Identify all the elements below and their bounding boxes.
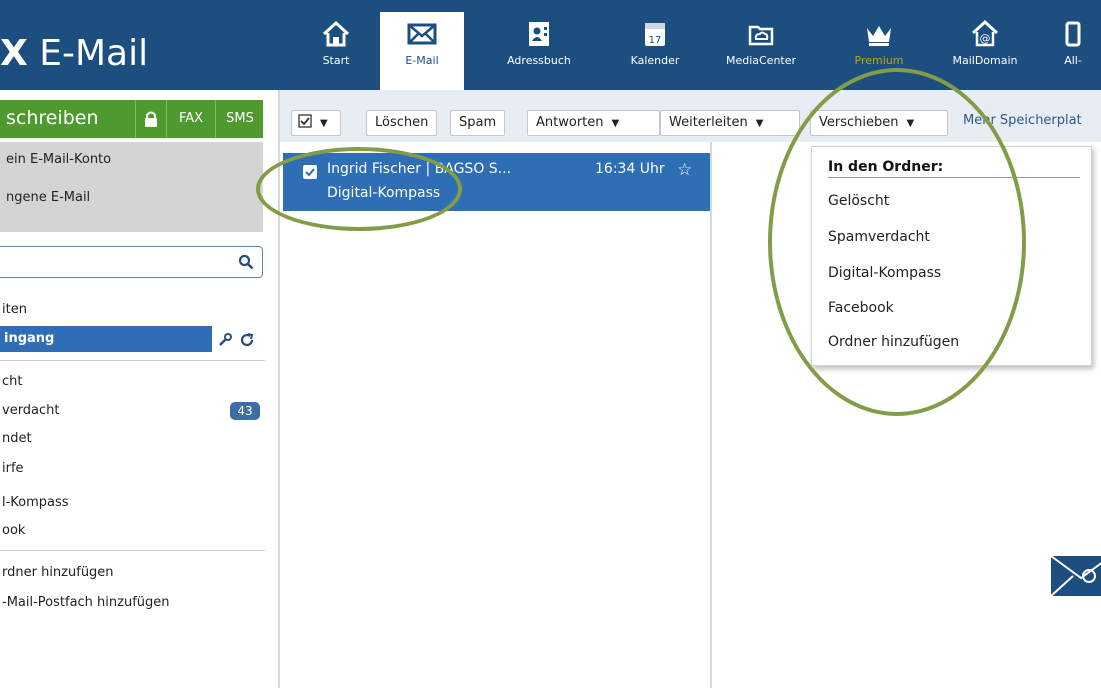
divider: [0, 550, 265, 551]
home-icon: [322, 20, 350, 47]
top-navigation-bar: X E-Mail Start E-Mail Adressbuch 17 Kale…: [0, 0, 1101, 90]
at-home-icon: @: [971, 19, 999, 47]
chevron-down-icon: ▼: [611, 118, 620, 129]
divider: [0, 360, 265, 361]
nav-label: MailDomain: [952, 54, 1018, 67]
crown-icon: [867, 26, 891, 46]
nav-label: Kalender: [630, 54, 680, 67]
nav-label: Premium: [854, 54, 904, 67]
message-sender: Ingrid Fischer | BAGSO S...: [327, 161, 512, 177]
nav-label: E-Mail: [405, 54, 439, 67]
nav-adressbuch[interactable]: Adressbuch: [497, 12, 581, 90]
cloud-folder-icon: [748, 25, 774, 46]
nav-label: Adressbuch: [507, 54, 571, 67]
envelope-icon: [407, 23, 437, 45]
folder-tools: [217, 332, 267, 348]
menu-item-digital-kompass[interactable]: Digital-Kompass: [828, 265, 941, 281]
folder-inbox[interactable]: ingang: [0, 326, 212, 352]
nav-label: All-: [1064, 54, 1082, 67]
checkbox-icon: [298, 114, 312, 128]
spam-button[interactable]: Spam: [450, 110, 506, 136]
account-link[interactable]: ein E-Mail-Konto: [6, 152, 111, 167]
move-folder-menu: In den Ordner: Gelöscht Spamverdacht Dig…: [811, 146, 1092, 366]
reply-button[interactable]: Antworten ▼: [527, 110, 660, 136]
folder-item[interactable]: cht: [2, 374, 22, 389]
received-mail-link[interactable]: ngene E-Mail: [6, 190, 90, 205]
chevron-down-icon: ▼: [320, 118, 328, 129]
star-icon[interactable]: ☆: [677, 160, 692, 180]
chevron-down-icon: ▼: [755, 118, 764, 129]
nav-label: Start: [322, 54, 350, 67]
folder-item[interactable]: l-Kompass: [2, 495, 69, 510]
mail-toolbar: ▼ Löschen Spam Antworten ▼ Weiterleiten ▼ …: [280, 90, 1101, 142]
menu-item-spamverdacht[interactable]: Spamverdacht: [828, 229, 930, 245]
app-logo[interactable]: X E-Mail: [0, 36, 148, 72]
secure-compose-button[interactable]: [135, 100, 166, 138]
sms-button[interactable]: SMS: [215, 100, 264, 138]
message-subject: Digital-Kompass: [327, 185, 441, 201]
menu-header: In den Ordner:: [828, 159, 944, 175]
wrench-icon[interactable]: [217, 332, 233, 348]
search-icon[interactable]: [238, 254, 254, 270]
compose-bar: schreiben FAX SMS: [0, 100, 263, 138]
refresh-icon[interactable]: [239, 332, 255, 348]
calendar-icon: 17: [645, 23, 665, 46]
nav-label: MediaCenter: [725, 54, 797, 67]
address-book-icon: [529, 22, 549, 46]
add-mailbox-link[interactable]: -Mail-Postfach hinzufügen: [2, 595, 170, 610]
delete-button[interactable]: Löschen: [366, 110, 438, 136]
message-time: 16:34 Uhr: [595, 161, 665, 177]
lock-icon: [145, 111, 157, 127]
nav-all[interactable]: All-: [1045, 12, 1101, 90]
folder-item[interactable]: irfe: [2, 461, 24, 476]
folder-item[interactable]: ook: [2, 523, 25, 538]
chevron-down-icon: ▼: [906, 118, 915, 129]
folders-header: iten: [2, 302, 27, 317]
nav-start[interactable]: Start: [294, 12, 378, 90]
select-all-dropdown[interactable]: ▼: [291, 110, 341, 136]
message-checkbox[interactable]: [303, 165, 317, 179]
compose-button[interactable]: schreiben: [6, 107, 99, 129]
device-icon: [1065, 21, 1081, 47]
account-box: ein E-Mail-Konto ngene E-Mail: [0, 142, 263, 232]
menu-item-geloescht[interactable]: Gelöscht: [828, 193, 889, 209]
secure-mail-icon: [1050, 555, 1101, 597]
svg-text:17: 17: [649, 35, 662, 46]
search-input[interactable]: [0, 246, 263, 278]
forward-button[interactable]: Weiterleiten ▼: [660, 110, 800, 136]
menu-item-add-folder[interactable]: Ordner hinzufügen: [828, 334, 959, 350]
nav-email[interactable]: E-Mail: [380, 12, 464, 90]
sidebar: schreiben FAX SMS ein E-Mail-Konto ngene…: [0, 90, 278, 688]
more-storage-link[interactable]: Mehr Speicherplat: [963, 113, 1082, 128]
svg-text:@: @: [980, 32, 991, 45]
nav-kalender[interactable]: 17 Kalender: [613, 12, 697, 90]
nav-maildomain[interactable]: @ MailDomain: [943, 12, 1027, 90]
message-row[interactable]: Ingrid Fischer | BAGSO S... 16:34 Uhr ☆ …: [283, 153, 710, 211]
menu-item-facebook[interactable]: Facebook: [828, 300, 894, 316]
folder-item[interactable]: verdacht: [2, 403, 60, 418]
divider: [278, 90, 280, 688]
divider: [710, 142, 712, 688]
divider: [828, 177, 1080, 178]
folder-item[interactable]: ndet: [2, 431, 32, 446]
nav-mediacenter[interactable]: MediaCenter: [719, 12, 803, 90]
spam-count-badge: 43: [230, 402, 260, 420]
add-folder-link[interactable]: rdner hinzufügen: [2, 565, 114, 580]
fax-button[interactable]: FAX: [166, 100, 215, 138]
nav-premium[interactable]: Premium: [837, 12, 921, 90]
move-button[interactable]: Verschieben ▼: [810, 110, 948, 136]
